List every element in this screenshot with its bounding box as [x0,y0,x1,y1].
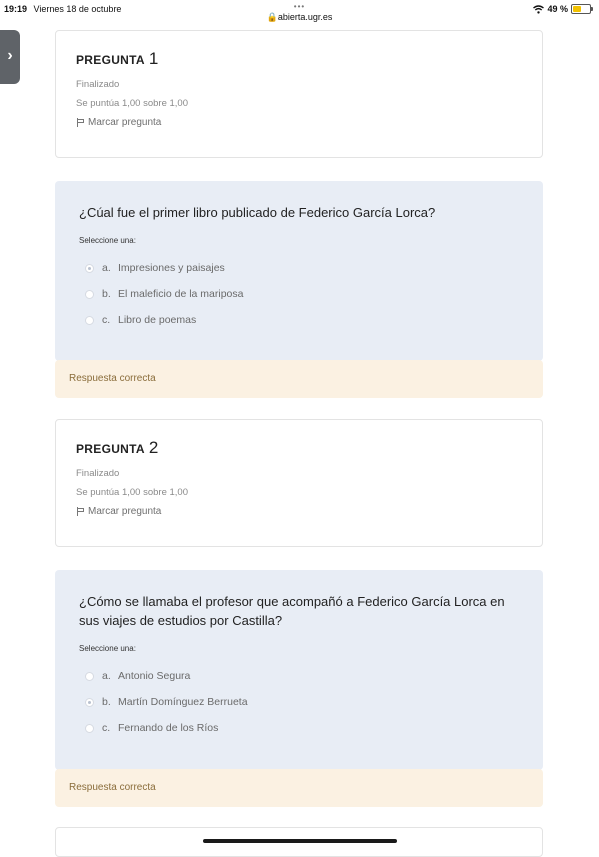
option-letter: b. [102,288,111,300]
flag-icon [76,118,84,127]
question-formulation-2: ¿Cómo se llamaba el profesor que acompañ… [55,570,543,770]
question-state: Finalizado [76,79,120,90]
answer-option[interactable]: c. Libro de poemas [79,307,519,333]
question-grade: Se puntúa 1,00 sobre 1,00 [76,98,188,109]
radio-button[interactable] [85,289,94,299]
radio-button[interactable] [85,697,94,707]
flag-question-label[interactable]: Marcar pregunta [88,506,161,517]
home-indicator[interactable] [203,839,397,843]
battery-icon [571,4,593,14]
option-text[interactable]: Antonio Segura [118,670,190,682]
question-label: PREGUNTA [76,442,145,456]
option-text[interactable]: Libro de poemas [118,314,196,326]
address-bar[interactable]: ••• 🔒abierta.ugr.es [0,2,599,22]
question-state: Finalizado [76,468,120,479]
option-letter: a. [102,262,111,274]
status-bar: 19:19 Viernes 18 de octubre ••• 🔒abierta… [0,0,599,26]
flag-question-label[interactable]: Marcar pregunta [88,117,161,128]
flag-icon [76,507,84,516]
radio-button[interactable] [85,315,94,325]
question-formulation-1: ¿Cúal fue el primer libro publicado de F… [55,181,543,361]
radio-button[interactable] [85,671,94,681]
question-title: PREGUNTA 2 [76,438,522,458]
option-text[interactable]: Impresiones y paisajes [118,262,225,274]
answer-option[interactable]: c. Fernando de los Ríos [79,715,519,741]
status-right: 49 % [533,4,593,14]
radio-button[interactable] [85,263,94,273]
option-text[interactable]: Martín Domínguez Berrueta [118,696,248,708]
answer-option[interactable]: b. Martín Domínguez Berrueta [79,689,519,715]
battery-percent: 49 % [547,4,568,14]
multitasking-dots[interactable]: ••• [0,2,599,12]
chevron-right-icon: › [7,47,13,64]
feedback-box-1: Respuesta correcta [55,360,543,398]
flag-question-link[interactable]: Marcar pregunta [76,506,522,517]
question-text: ¿Cúal fue el primer libro publicado de F… [79,205,436,220]
question-number: 2 [148,438,159,457]
feedback-box-2: Respuesta correcta [55,769,543,807]
drawer-toggle-button[interactable]: › [0,30,20,84]
wifi-icon [533,4,545,14]
question-label: PREGUNTA [76,53,145,67]
answer-option[interactable]: a. Antonio Segura [79,663,519,689]
option-letter: a. [102,670,111,682]
option-letter: c. [102,314,111,326]
question-number: 1 [148,49,159,68]
radio-button[interactable] [85,723,94,733]
lock-icon: 🔒 [266,12,278,22]
feedback-text: Respuesta correcta [69,782,156,793]
answer-option[interactable]: b. El maleficio de la mariposa [79,281,519,307]
question-info-card-1: PREGUNTA 1 Finalizado Se puntúa 1,00 sobr… [55,30,543,158]
feedback-text: Respuesta correcta [69,373,156,384]
question-text: ¿Cómo se llamaba el profesor que acompañ… [79,594,505,628]
url-text[interactable]: abierta.ugr.es [278,12,333,22]
option-text[interactable]: El maleficio de la mariposa [118,288,243,300]
answer-option[interactable]: a. Impresiones y paisajes [79,255,519,281]
answer-prompt: Seleccione una: [79,644,136,653]
option-letter: c. [102,722,111,734]
question-grade: Se puntúa 1,00 sobre 1,00 [76,487,188,498]
option-letter: b. [102,696,111,708]
answer-prompt: Seleccione una: [79,236,136,245]
question-title: PREGUNTA 1 [76,49,522,69]
question-info-card-2: PREGUNTA 2 Finalizado Se puntúa 1,00 sobr… [55,419,543,547]
option-text[interactable]: Fernando de los Ríos [118,722,218,734]
flag-question-link[interactable]: Marcar pregunta [76,117,522,128]
